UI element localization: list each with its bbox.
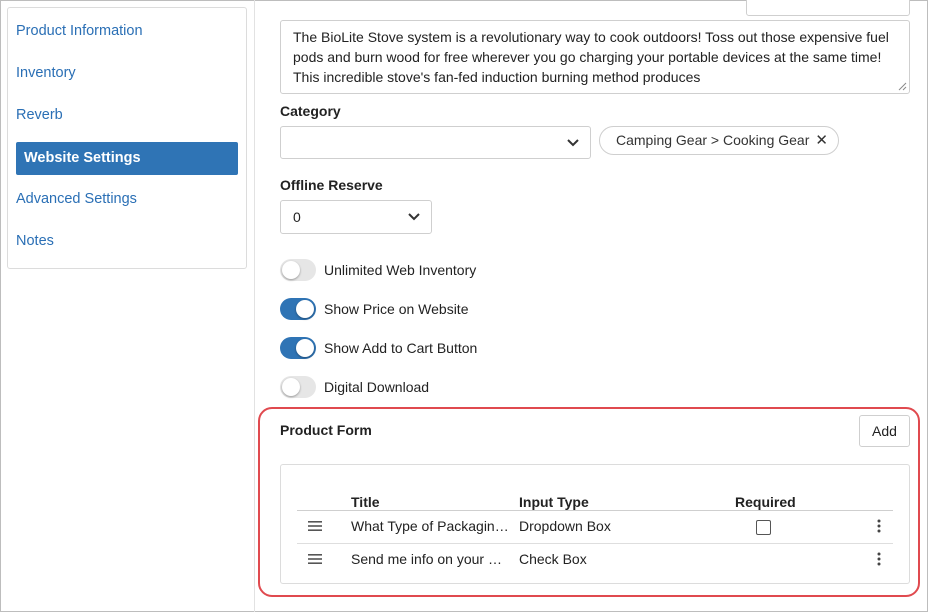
add-button[interactable]: Add bbox=[859, 415, 910, 447]
sidebar-item-reverb[interactable]: Reverb bbox=[16, 99, 238, 132]
sidebar-item-label: Inventory bbox=[16, 65, 76, 81]
offline-reserve-label: Offline Reserve bbox=[280, 177, 383, 193]
sidebar-item-label: Reverb bbox=[16, 107, 63, 123]
more-vertical-icon[interactable] bbox=[876, 552, 882, 566]
chevron-down-icon bbox=[567, 138, 579, 146]
category-chip-label: Camping Gear > Cooking Gear bbox=[616, 132, 810, 148]
product-form-title: Product Form bbox=[280, 422, 372, 438]
required-checkbox[interactable] bbox=[756, 520, 771, 535]
table-header-divider bbox=[297, 510, 893, 511]
top-button-partial[interactable] bbox=[746, 0, 910, 16]
drag-handle-icon[interactable] bbox=[308, 520, 322, 532]
toggle-knob bbox=[282, 378, 300, 396]
row-title: Send me info on your … bbox=[351, 551, 502, 567]
category-select[interactable] bbox=[280, 126, 591, 159]
show-add-to-cart-label: Show Add to Cart Button bbox=[324, 340, 478, 356]
offline-reserve-select[interactable]: 0 bbox=[280, 200, 432, 234]
show-price-label: Show Price on Website bbox=[324, 301, 469, 317]
digital-download-label: Digital Download bbox=[324, 379, 430, 395]
resize-grip-icon[interactable] bbox=[898, 82, 907, 91]
toggle-knob bbox=[296, 300, 314, 318]
unlimited-web-inventory-label: Unlimited Web Inventory bbox=[324, 262, 477, 278]
description-textarea[interactable]: The BioLite Stove system is a revolution… bbox=[280, 20, 910, 94]
row-input-type: Check Box bbox=[519, 551, 587, 567]
column-header-title: Title bbox=[351, 494, 380, 510]
sidebar-item-website-settings[interactable]: Website Settings bbox=[16, 142, 238, 175]
sidebar-item-label: Notes bbox=[16, 233, 54, 249]
sidebar-item-product-information[interactable]: Product Information bbox=[16, 15, 238, 48]
column-header-required: Required bbox=[735, 494, 796, 510]
table-row-divider bbox=[297, 543, 893, 544]
sidebar-item-label: Website Settings bbox=[24, 150, 141, 166]
description-text: The BioLite Stove system is a revolution… bbox=[293, 29, 889, 85]
column-header-input-type: Input Type bbox=[519, 494, 589, 510]
more-vertical-icon[interactable] bbox=[876, 519, 882, 533]
toggle-knob bbox=[282, 261, 300, 279]
show-price-toggle[interactable] bbox=[280, 298, 316, 320]
sidebar-item-label: Product Information bbox=[16, 23, 143, 39]
row-input-type: Dropdown Box bbox=[519, 518, 611, 534]
sidebar-item-advanced-settings[interactable]: Advanced Settings bbox=[16, 183, 238, 216]
category-label: Category bbox=[280, 103, 341, 119]
sidebar: Product Information Inventory Reverb Web… bbox=[7, 7, 247, 269]
sidebar-item-label: Advanced Settings bbox=[16, 191, 137, 207]
category-chip: Camping Gear > Cooking Gear ✕ bbox=[599, 126, 839, 155]
show-add-to-cart-toggle[interactable] bbox=[280, 337, 316, 359]
drag-handle-icon[interactable] bbox=[308, 553, 322, 565]
row-title: What Type of Packagin… bbox=[351, 518, 507, 534]
offline-reserve-value: 0 bbox=[293, 209, 301, 225]
chevron-down-icon bbox=[408, 213, 420, 221]
sidebar-item-notes[interactable]: Notes bbox=[16, 225, 238, 258]
digital-download-toggle[interactable] bbox=[280, 376, 316, 398]
unlimited-web-inventory-toggle[interactable] bbox=[280, 259, 316, 281]
content-divider bbox=[254, 0, 255, 612]
close-icon[interactable]: ✕ bbox=[815, 127, 828, 154]
toggle-knob bbox=[296, 339, 314, 357]
sidebar-item-inventory[interactable]: Inventory bbox=[16, 57, 238, 90]
